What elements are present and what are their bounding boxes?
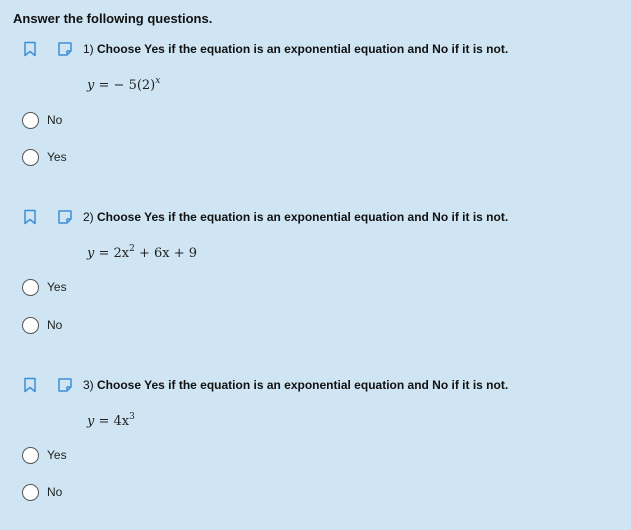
radio-button[interactable] bbox=[22, 111, 39, 129]
option-label: No bbox=[47, 318, 63, 332]
question-1-option-yes[interactable]: Yes bbox=[22, 147, 67, 167]
bookmark-icon[interactable] bbox=[23, 377, 37, 393]
question-1-option-no[interactable]: No bbox=[22, 110, 62, 130]
note-icon[interactable] bbox=[57, 377, 73, 393]
question-1-equation: y = − 5(2)x bbox=[87, 76, 161, 94]
question-2-option-yes[interactable]: Yes bbox=[22, 277, 67, 297]
question-1-header: 1) Choose Yes if the equation is an expo… bbox=[23, 40, 508, 58]
radio-button[interactable] bbox=[22, 278, 39, 296]
option-label: Yes bbox=[47, 150, 67, 164]
question-2-text: 2) Choose Yes if the equation is an expo… bbox=[83, 210, 509, 224]
question-1-text: 1) Choose Yes if the equation is an expo… bbox=[83, 42, 509, 56]
question-3-option-yes[interactable]: Yes bbox=[22, 445, 67, 465]
question-2-equation: y = 2x2 + 6x + 9 bbox=[87, 244, 198, 262]
question-3-text: 3) Choose Yes if the equation is an expo… bbox=[83, 378, 509, 392]
bookmark-icon[interactable] bbox=[23, 209, 37, 225]
radio-button[interactable] bbox=[22, 316, 39, 334]
page-title: Answer the following questions. bbox=[13, 11, 213, 26]
option-label: Yes bbox=[47, 280, 67, 294]
question-2-header: 2) Choose Yes if the equation is an expo… bbox=[23, 208, 508, 226]
option-label: No bbox=[47, 485, 63, 499]
radio-button[interactable] bbox=[22, 446, 39, 464]
option-label: Yes bbox=[47, 448, 67, 462]
bookmark-icon[interactable] bbox=[23, 41, 37, 57]
radio-button[interactable] bbox=[22, 148, 39, 166]
option-label: No bbox=[47, 113, 63, 127]
question-3-header: 3) Choose Yes if the equation is an expo… bbox=[23, 376, 508, 394]
note-icon[interactable] bbox=[57, 209, 73, 225]
note-icon[interactable] bbox=[57, 41, 73, 57]
question-3-equation: y = 4x3 bbox=[87, 412, 135, 430]
question-3-option-no[interactable]: No bbox=[22, 482, 62, 502]
question-2-option-no[interactable]: No bbox=[22, 315, 62, 335]
radio-button[interactable] bbox=[22, 483, 39, 501]
